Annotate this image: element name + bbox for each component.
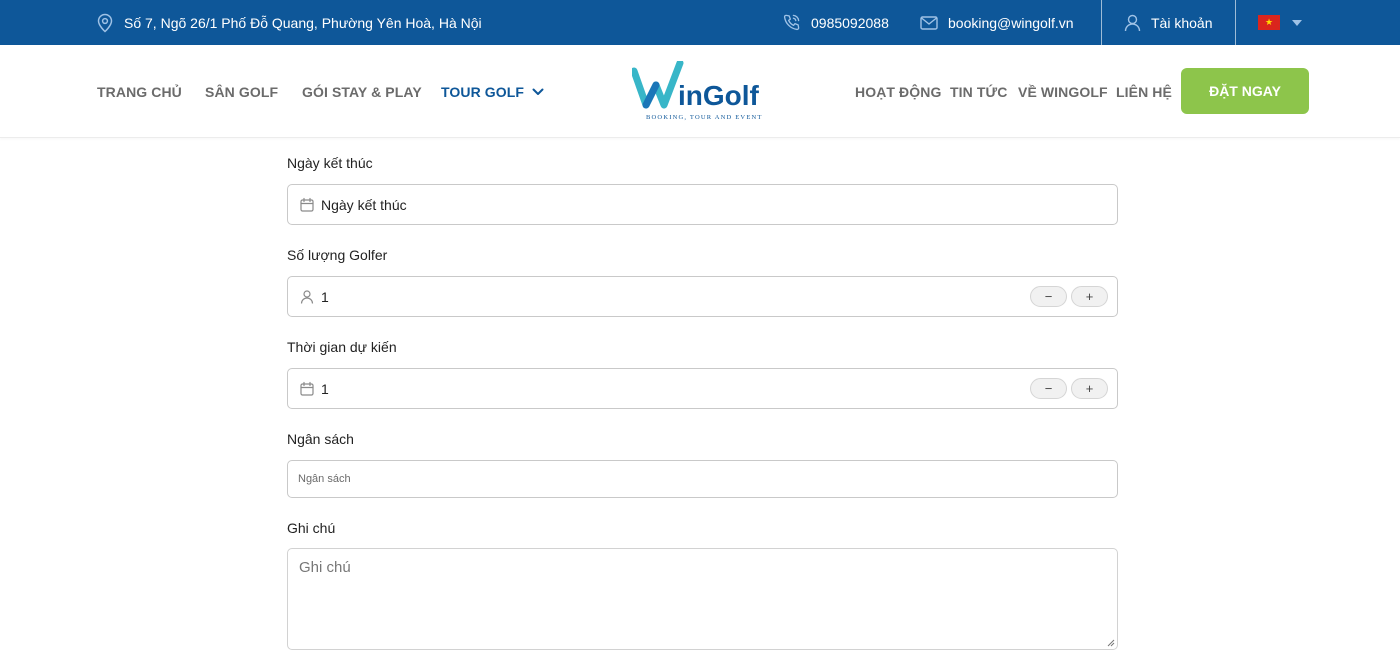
nav-item-label: TOUR GOLF [441, 83, 525, 100]
account-link[interactable]: Tài khoản [1124, 0, 1212, 45]
budget-placeholder: Ngân sách [298, 473, 351, 485]
main-header: TRANG CHỦ SÂN GOLF GÓI STAY & PLAY TOUR … [0, 45, 1400, 138]
golfers-plus-button[interactable]: + [1071, 286, 1108, 307]
chevron-down-icon [532, 88, 544, 95]
email-link[interactable]: booking@wingolf.vn [920, 0, 1074, 45]
notes-textarea[interactable]: Ghi chú [287, 548, 1118, 650]
phone-icon [783, 14, 800, 31]
calendar-icon [300, 381, 314, 396]
nav-item-about[interactable]: VỀ WINGOLF [1018, 45, 1108, 138]
budget-input[interactable]: Ngân sách [287, 460, 1118, 498]
caret-down-icon [1292, 19, 1302, 26]
budget-label: Ngân sách [287, 431, 354, 447]
address-info: Số 7, Ngõ 26/1 Phố Đỗ Quang, Phường Yên … [96, 0, 482, 45]
phone-link[interactable]: 0985092088 [782, 0, 889, 45]
topbar-divider [1101, 0, 1102, 45]
notes-placeholder: Ghi chú [299, 559, 351, 576]
user-icon [1124, 14, 1141, 31]
book-now-button[interactable]: ĐẶT NGAY [1181, 68, 1309, 114]
user-icon [300, 290, 314, 304]
location-pin-icon [97, 13, 113, 33]
end-date-input[interactable]: Ngày kết thúc [287, 184, 1118, 225]
mail-icon [920, 15, 938, 30]
nav-item-news[interactable]: TIN TỨC [950, 45, 1007, 138]
duration-label: Thời gian dự kiến [287, 339, 397, 355]
wingolf-logo[interactable]: inGolf BOOKING, TOUR AND EVENT [630, 59, 774, 123]
svg-text:BOOKING, TOUR AND EVENT: BOOKING, TOUR AND EVENT [646, 114, 763, 121]
duration-minus-button[interactable]: − [1030, 378, 1067, 399]
topbar-divider [1235, 0, 1236, 45]
resize-grip-icon[interactable] [1107, 639, 1115, 647]
golfers-quantity-stepper[interactable]: 1 − + [287, 276, 1118, 317]
end-date-placeholder: Ngày kết thúc [321, 196, 407, 213]
address-text: Số 7, Ngõ 26/1 Phố Đỗ Quang, Phường Yên … [124, 14, 482, 31]
svg-text:inGolf: inGolf [678, 80, 760, 111]
notes-label: Ghi chú [287, 520, 336, 536]
golfers-label: Số lượng Golfer [287, 247, 388, 263]
nav-item-tour-golf[interactable]: TOUR GOLF [441, 45, 544, 138]
vietnam-flag-icon: ★ [1258, 15, 1280, 30]
golfers-value: 1 [321, 288, 329, 305]
golfers-minus-button[interactable]: − [1030, 286, 1067, 307]
duration-quantity-stepper[interactable]: 1 − + [287, 368, 1118, 409]
nav-item-home[interactable]: TRANG CHỦ [97, 45, 182, 138]
account-label: Tài khoản [1151, 14, 1213, 31]
phone-number: 0985092088 [811, 14, 889, 31]
email-address: booking@wingolf.vn [948, 14, 1074, 31]
nav-item-stay-play[interactable]: GÓI STAY & PLAY [302, 45, 422, 138]
language-selector[interactable]: ★ [1258, 0, 1302, 45]
duration-plus-button[interactable]: + [1071, 378, 1108, 399]
duration-value: 1 [321, 380, 329, 397]
end-date-label: Ngày kết thúc [287, 155, 373, 171]
calendar-icon [300, 197, 314, 212]
nav-item-contact[interactable]: LIÊN HỆ [1116, 45, 1172, 138]
top-info-bar: Số 7, Ngõ 26/1 Phố Đỗ Quang, Phường Yên … [0, 0, 1400, 45]
nav-item-golf-courses[interactable]: SÂN GOLF [205, 45, 278, 138]
nav-item-activities[interactable]: HOẠT ĐỘNG [855, 45, 941, 138]
